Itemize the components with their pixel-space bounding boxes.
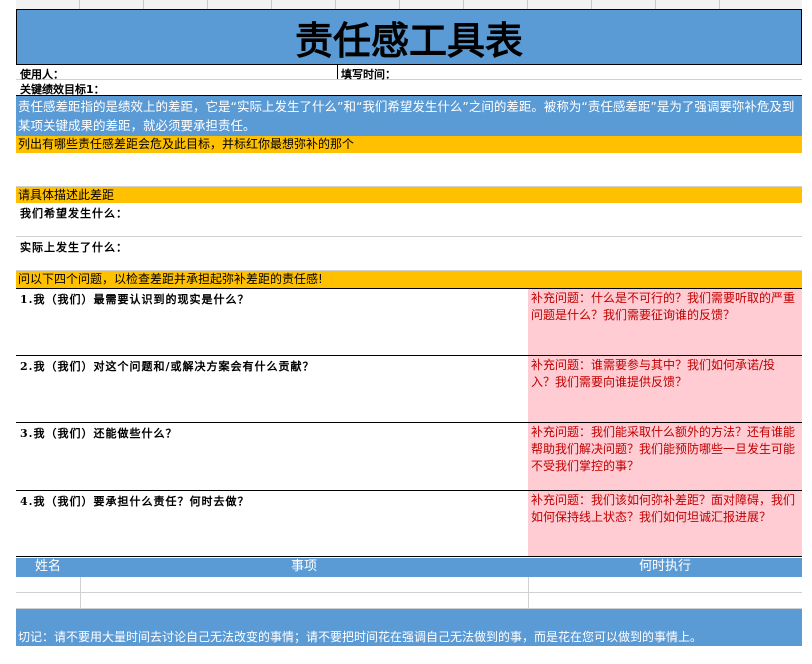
supplementary-hint: 补充问题：我们能采取什么额外的方法？还有谁能帮助我们解决问题？我们能预防哪些一旦… — [528, 423, 802, 490]
question-row-2[interactable]: 2.我（我们）对这个问题和/或解决方案会有什么贡献？ 补充问题：谁需要参与其中？… — [16, 355, 802, 422]
spreadsheet-sheet: 责任感工具表 使用人： 填写时间： 关键绩效目标1： 责任感差距指的是绩效上的差… — [0, 0, 812, 664]
prompt-four-questions: 问以下四个问题，以检查差距并承担起弥补差距的责任感! — [16, 271, 802, 288]
prompt-describe-gap: 请具体描述此差距 — [16, 187, 802, 203]
question-row-4[interactable]: 4.我（我们）要承担什么责任？何时去做？ 补充问题：我们该如何弥补差距？面对障碍… — [16, 490, 802, 557]
header-when: 何时执行 — [638, 559, 691, 574]
question-row-1[interactable]: 1.我（我们）最需要认识到的现实是什么？ 补充问题：什么是不可行的？我们需要听取… — [16, 288, 802, 355]
action-table-header: 姓名 事项 何时执行 — [16, 558, 802, 577]
question-text: 2.我（我们）对这个问题和/或解决方案会有什么贡献？ — [20, 360, 315, 373]
supplementary-hint: 补充问题：我们该如何弥补差距？面对障碍，我们如何保持线上状态？我们如何坦诚汇报进… — [528, 491, 802, 556]
question-text: 1.我（我们）最需要认识到的现实是什么？ — [20, 293, 250, 306]
gaps-input-area[interactable] — [16, 153, 802, 187]
question-text: 4.我（我们）要承担什么责任？何时去做？ — [20, 495, 250, 508]
supplementary-hint: 补充问题：谁需要参与其中？我们如何承诺/投入？我们需要向谁提供反馈？ — [528, 356, 802, 422]
actual-row[interactable]: 实际上发生了什么： — [16, 237, 802, 271]
question-text: 3.我（我们）还能做些什么？ — [20, 427, 178, 440]
user-row[interactable]: 使用人： 填写时间： — [16, 65, 802, 81]
hope-row[interactable]: 我们希望发生什么： — [16, 203, 802, 237]
intro-text: 责任感差距指的是绩效上的差距，它是“实际上发生了什么”和“我们希望发生什么”之间… — [16, 96, 802, 136]
supplementary-hint: 补充问题：什么是不可行的？我们需要听取的严重问题是什么？我们需要征询谁的反馈？ — [528, 289, 802, 355]
actual-label: 实际上发生了什么： — [20, 241, 128, 254]
page-title: 责任感工具表 — [16, 9, 802, 65]
question-row-3[interactable]: 3.我（我们）还能做些什么？ 补充问题：我们能采取什么额外的方法？还有谁能帮助我… — [16, 422, 802, 490]
action-table-row[interactable] — [16, 593, 802, 609]
action-table-row[interactable] — [16, 577, 802, 593]
header-name: 姓名 — [34, 559, 61, 574]
key-goal-label: 关键绩效目标1： — [20, 83, 105, 96]
footer-reminder: 切记：请不要用大量时间去讨论自己无法改变的事情；请不要把时间花在强调自己无法做到… — [16, 609, 802, 646]
header-item: 事项 — [290, 559, 317, 574]
hope-label: 我们希望发生什么： — [20, 207, 128, 220]
key-goal-row[interactable]: 关键绩效目标1： — [16, 80, 802, 96]
prompt-list-gaps: 列出有哪些责任感差距会危及此目标，并标红你最想弥补的那个 — [16, 136, 802, 153]
